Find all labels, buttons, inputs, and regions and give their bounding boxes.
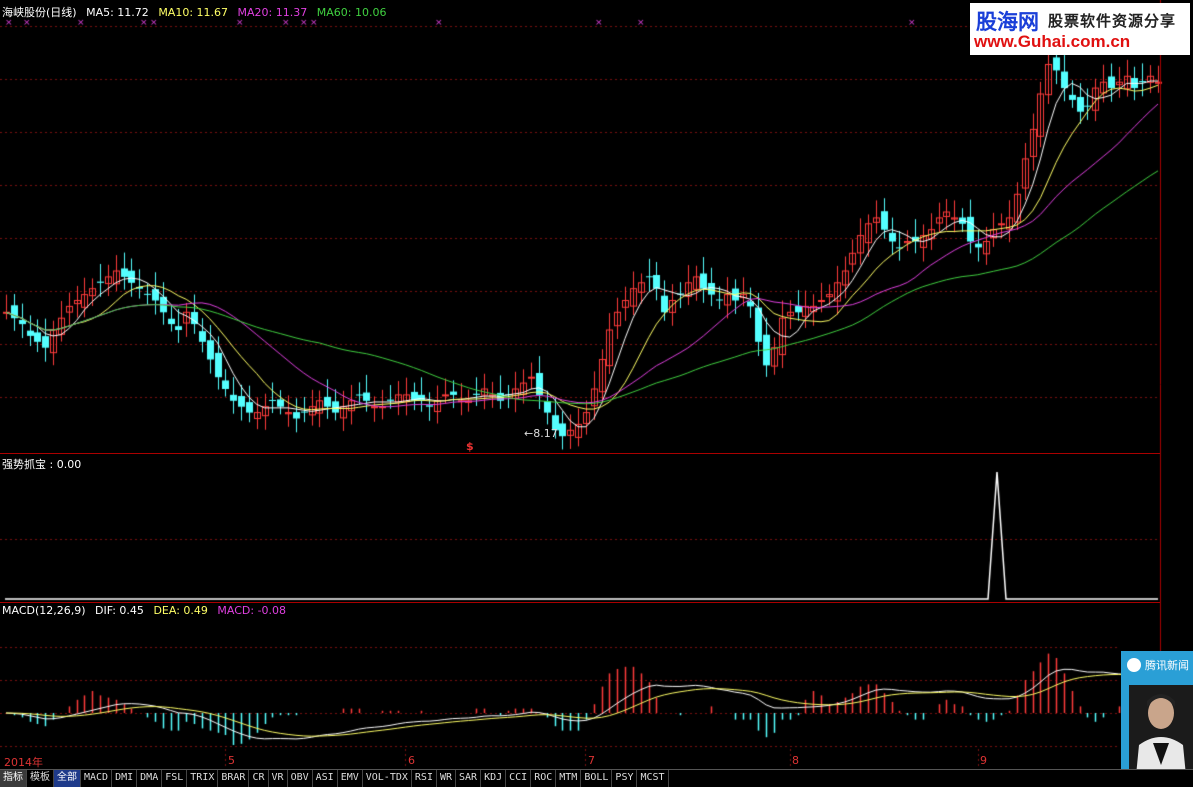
qq-penguin-icon [1127, 658, 1141, 672]
tab-vr[interactable]: VR [269, 770, 288, 787]
ma20-value: MA20: 11.37 [237, 6, 308, 19]
price-header: 海峡股份(日线) MA5: 11.72 MA10: 11.67 MA20: 11… [2, 4, 392, 20]
tab-psy[interactable]: PSY [612, 770, 638, 787]
tab-emv[interactable]: EMV [338, 770, 363, 787]
macd-value: MACD: -0.08 [217, 604, 287, 617]
xaxis-label-7: 7 [588, 754, 595, 767]
macd-dif: DIF: 0.45 [95, 604, 144, 617]
tab-mcst[interactable]: MCST [637, 770, 669, 787]
xaxis-label-8: 8 [792, 754, 799, 767]
tab-vol-tdx[interactable]: VOL-TDX [363, 770, 412, 787]
tab-asi[interactable]: ASI [313, 770, 338, 787]
xaxis-label-5: 5 [228, 754, 235, 767]
tab-boll[interactable]: BOLL [581, 770, 613, 787]
ma60-value: MA60: 10.06 [316, 6, 387, 19]
watermark-url: www.Guhai.com.cn [974, 32, 1131, 51]
tab-wr[interactable]: WR [437, 770, 457, 787]
panel-divider-2 [0, 602, 1160, 603]
tab-template[interactable]: 模板 [27, 770, 54, 787]
indicator-tab-bar: 指标 模板 全部 MACD DMI DMA FSL TRIX BRAR CR VR OBV ASI EMV… [0, 769, 1193, 787]
xaxis-label-2014: 2014年 [4, 756, 43, 769]
indicator-label: 强势抓宝 : 0.00 [2, 458, 82, 471]
tab-obv[interactable]: OBV [288, 770, 313, 787]
tab-mtm[interactable]: MTM [556, 770, 582, 787]
tab-rsi[interactable]: RSI [412, 770, 437, 787]
xaxis-label-6: 6 [408, 754, 415, 767]
tab-roc[interactable]: ROC [531, 770, 557, 787]
low-price-label: ←8.17 [524, 427, 558, 440]
tab-fsl[interactable]: FSL [162, 770, 188, 787]
tab-macd[interactable]: MACD [81, 770, 113, 787]
tab-kdj[interactable]: KDJ [481, 770, 507, 787]
tab-dma[interactable]: DMA [137, 770, 163, 787]
tab-cr[interactable]: CR [249, 770, 269, 787]
watermark-logo: 股海网 股票软件资源分享 www.Guhai.com.cn [970, 3, 1190, 55]
macd-dea: DEA: 0.49 [153, 604, 208, 617]
tab-cci[interactable]: CCI [506, 770, 532, 787]
tab-trix[interactable]: TRIX [187, 770, 219, 787]
xaxis-label-9: 9 [980, 754, 987, 767]
ma5-value: MA5: 11.72 [86, 6, 149, 19]
news-popup[interactable]: 腾讯新闻 [1121, 651, 1193, 786]
tab-indicator[interactable]: 指标 [0, 770, 27, 787]
macd-header: MACD(12,26,9) DIF: 0.45 DEA: 0.49 MACD: … [2, 604, 292, 617]
kline-chart[interactable] [0, 0, 1193, 786]
tab-sar[interactable]: SAR [456, 770, 482, 787]
ma10-value: MA10: 11.67 [158, 6, 229, 19]
tab-all[interactable]: 全部 [54, 770, 81, 787]
watermark-slogan: 股票软件资源分享 [1048, 12, 1177, 30]
macd-title: MACD(12,26,9) [2, 604, 86, 617]
tab-dmi[interactable]: DMI [112, 770, 138, 787]
news-popup-title: 腾讯新闻 [1145, 659, 1189, 672]
tab-brar[interactable]: BRAR [218, 770, 250, 787]
news-popup-header[interactable]: 腾讯新闻 [1121, 651, 1193, 679]
stock-title: 海峡股份(日线) [2, 6, 77, 19]
panel-divider-1 [0, 453, 1160, 454]
signal-mark: $ [466, 440, 474, 453]
